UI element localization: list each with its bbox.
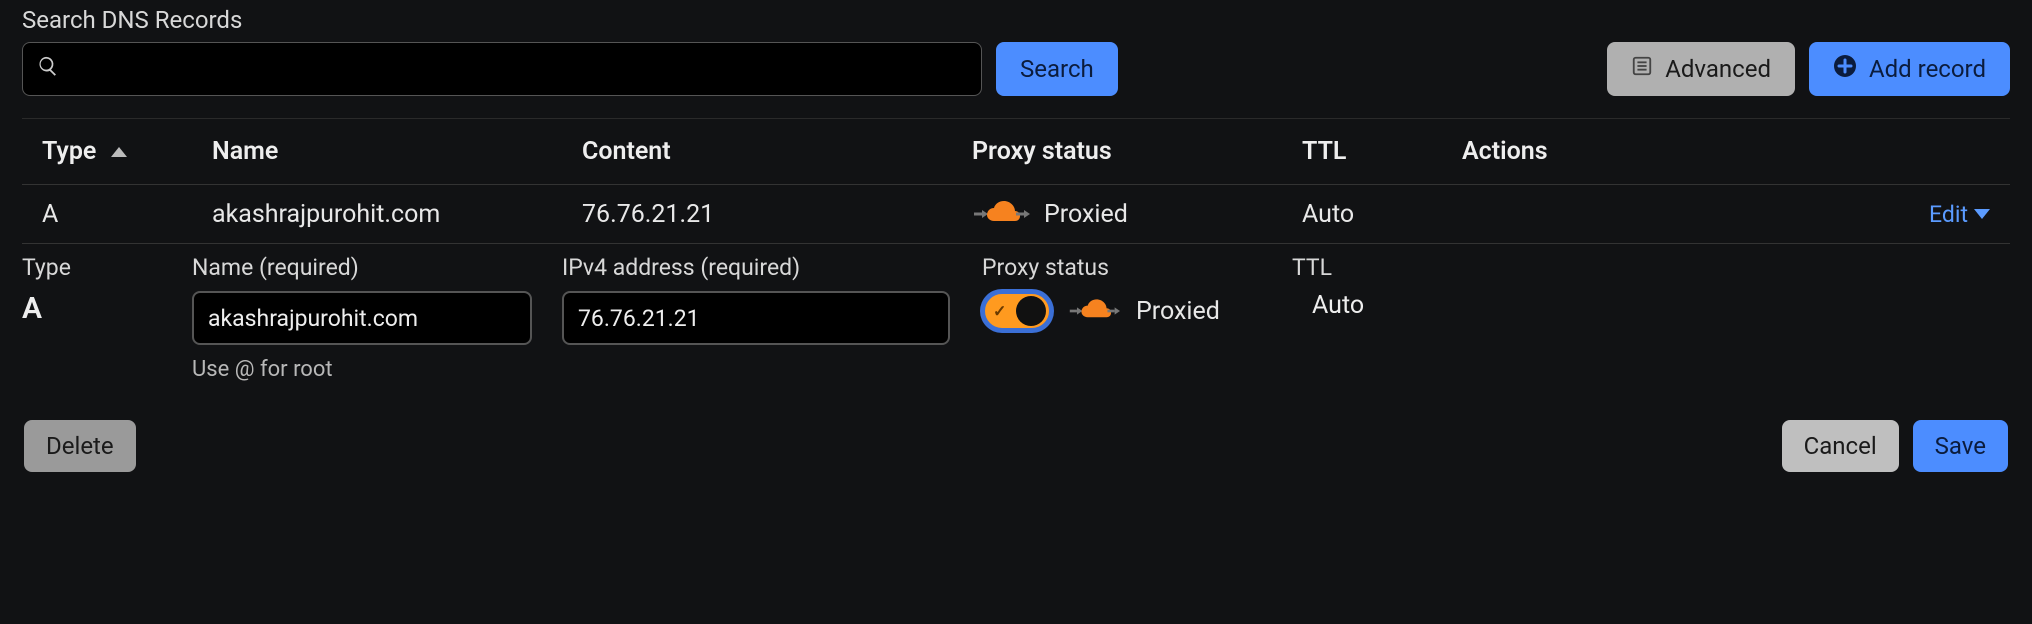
search-icon <box>37 55 59 83</box>
field-name: Name (required) Use @ for root <box>192 254 562 382</box>
cloud-proxy-icon <box>1068 297 1120 325</box>
name-field-label: Name (required) <box>192 254 538 281</box>
table-row: A akashrajpurohit.com 76.76.21.21 Proxie… <box>22 184 2010 244</box>
list-icon <box>1631 55 1653 83</box>
plus-circle-icon <box>1833 54 1857 84</box>
field-content: IPv4 address (required) <box>562 254 982 382</box>
search-box[interactable] <box>22 42 982 96</box>
th-proxy-status[interactable]: Proxy status <box>972 137 1302 166</box>
ttl-field-label: TTL <box>1292 254 1986 281</box>
cell-name: akashrajpurohit.com <box>212 200 582 229</box>
ttl-field-value: Auto <box>1292 291 1986 320</box>
search-input[interactable] <box>69 43 967 95</box>
save-button[interactable]: Save <box>1913 420 2008 472</box>
advanced-button[interactable]: Advanced <box>1607 42 1795 96</box>
cancel-button[interactable]: Cancel <box>1782 420 1899 472</box>
add-record-button[interactable]: Add record <box>1809 42 2010 96</box>
footer: Delete Cancel Save <box>22 382 2010 472</box>
edit-link-label: Edit <box>1929 201 1968 228</box>
type-field-value: A <box>22 291 168 326</box>
th-ttl[interactable]: TTL <box>1302 137 1462 166</box>
field-proxy: Proxy status ✓ Proxied <box>982 254 1292 382</box>
field-ttl: TTL Auto <box>1292 254 2010 382</box>
cell-ttl: Auto <box>1302 200 1462 229</box>
cell-content: 76.76.21.21 <box>582 200 972 229</box>
cell-type: A <box>42 200 212 229</box>
delete-button[interactable]: Delete <box>24 420 136 472</box>
proxy-toggle[interactable]: ✓ <box>982 291 1052 331</box>
content-input[interactable] <box>562 291 950 345</box>
type-field-label: Type <box>22 254 168 281</box>
cloud-proxy-icon <box>972 199 1030 229</box>
proxy-field-label: Proxy status <box>982 254 1268 281</box>
check-icon: ✓ <box>993 302 1006 321</box>
content-field-label: IPv4 address (required) <box>562 254 958 281</box>
th-type[interactable]: Type <box>42 137 212 166</box>
toolbar-row: Search Advanced Add record <box>22 42 2010 96</box>
caret-down-icon <box>1974 209 1990 219</box>
toggle-knob <box>1016 296 1046 326</box>
th-actions: Actions <box>1462 137 1990 166</box>
add-record-label: Add record <box>1869 55 1986 83</box>
th-name[interactable]: Name <box>212 137 582 166</box>
edit-link[interactable]: Edit <box>1929 201 1990 228</box>
cell-proxy-status: Proxied <box>972 199 1302 229</box>
search-section-label: Search DNS Records <box>22 6 2010 34</box>
th-type-label: Type <box>42 137 96 166</box>
advanced-label: Advanced <box>1665 55 1771 83</box>
name-input[interactable] <box>192 291 532 345</box>
th-content[interactable]: Content <box>582 137 972 166</box>
sort-ascending-icon <box>111 147 127 157</box>
proxy-edit-text: Proxied <box>1136 297 1220 326</box>
search-button[interactable]: Search <box>996 42 1118 96</box>
name-helper-text: Use @ for root <box>192 357 538 382</box>
cell-proxy-text: Proxied <box>1044 200 1128 229</box>
table-header: Type Name Content Proxy status TTL Actio… <box>22 118 2010 184</box>
field-type: Type A <box>22 254 192 382</box>
edit-panel: Type A Name (required) Use @ for root IP… <box>22 244 2010 382</box>
